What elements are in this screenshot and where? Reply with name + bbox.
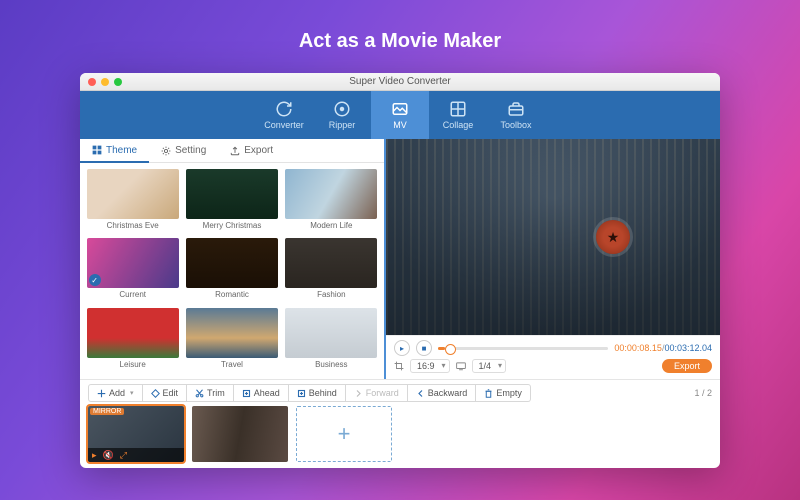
window-title: Super Video Converter [80, 76, 720, 87]
play-button[interactable]: ▸ [394, 340, 410, 356]
disc-icon [333, 100, 351, 118]
theme-thumb-selected[interactable] [87, 238, 179, 288]
stop-button[interactable]: ■ [416, 340, 432, 356]
theme-thumb[interactable] [87, 169, 179, 219]
preview-scene [386, 139, 720, 335]
clip-actions-bar: Add▾ Edit Trim Ahead Behind Forward [88, 384, 712, 402]
trim-button[interactable]: Trim [187, 384, 234, 402]
gear-icon [161, 146, 171, 156]
add-button[interactable]: Add▾ [88, 384, 143, 402]
timeline-area: Add▾ Edit Trim Ahead Behind Forward [80, 379, 720, 468]
backward-button[interactable]: Backward [408, 384, 477, 402]
screen-icon[interactable] [456, 361, 466, 371]
subtab-setting[interactable]: Setting [149, 139, 218, 162]
clip-badge: MIRROR [90, 408, 124, 415]
grid-small-icon [92, 145, 102, 155]
theme-thumb[interactable] [285, 238, 377, 288]
theme-panel: Theme Setting Export Christmas Eve Merry… [80, 139, 386, 379]
image-icon [391, 100, 409, 118]
seek-bar[interactable] [438, 347, 608, 350]
crop-icon[interactable] [394, 361, 404, 371]
video-preview[interactable] [386, 139, 720, 335]
app-window: Super Video Converter Converter Ripper M… [80, 73, 720, 468]
edit-button[interactable]: Edit [143, 384, 188, 402]
forward-button[interactable]: Forward [346, 384, 408, 402]
player-controls: ▸ ■ 00:00:08.15/00:03:12.04 16:9 1/4 [386, 335, 720, 379]
theme-thumb[interactable] [87, 308, 179, 358]
preview-panel: ▸ ■ 00:00:08.15/00:03:12.04 16:9 1/4 [386, 139, 720, 379]
overlay-star-badge [596, 220, 630, 254]
add-clip-slot[interactable]: + [296, 406, 392, 462]
timecode: 00:00:08.15/00:03:12.04 [614, 343, 712, 354]
subtab-theme[interactable]: Theme [80, 139, 149, 163]
toolbar-toolbox[interactable]: Toolbox [487, 91, 545, 139]
clip-row: MIRROR ▸ 🔇 ⤢ + [88, 406, 712, 462]
ahead-button[interactable]: Ahead [234, 384, 289, 402]
clip-mini-controls: ▸ 🔇 ⤢ [88, 448, 184, 462]
theme-thumb[interactable] [186, 308, 278, 358]
theme-grid: Christmas Eve Merry Christmas Modern Lif… [80, 163, 384, 379]
export-icon [230, 146, 240, 156]
empty-button[interactable]: Empty [476, 384, 531, 402]
aspect-ratio-select[interactable]: 16:9 [410, 359, 450, 373]
window-close-button[interactable] [88, 78, 96, 86]
main-toolbar: Converter Ripper MV Collage Toolbox [80, 91, 720, 139]
toolbar-mv[interactable]: MV [371, 91, 429, 139]
behind-button[interactable]: Behind [289, 384, 346, 402]
scale-select[interactable]: 1/4 [472, 359, 507, 373]
export-button[interactable]: Export [662, 359, 712, 373]
toolbar-collage[interactable]: Collage [429, 91, 487, 139]
theme-thumb[interactable] [285, 308, 377, 358]
grid-icon [449, 100, 467, 118]
clip-expand-icon[interactable]: ⤢ [120, 450, 127, 461]
clip-mute-icon[interactable]: 🔇 [103, 450, 114, 461]
theme-thumb[interactable] [186, 238, 278, 288]
toolbar-converter[interactable]: Converter [255, 91, 313, 139]
theme-thumb[interactable] [186, 169, 278, 219]
subtab-export[interactable]: Export [218, 139, 285, 162]
refresh-icon [275, 100, 293, 118]
window-titlebar: Super Video Converter [80, 73, 720, 91]
window-maximize-button[interactable] [114, 78, 122, 86]
clip-play-icon[interactable]: ▸ [92, 450, 97, 461]
toolbox-icon [507, 100, 525, 118]
toolbar-ripper[interactable]: Ripper [313, 91, 371, 139]
theme-thumb[interactable] [285, 169, 377, 219]
page-indicator: 1 / 2 [694, 388, 712, 398]
timeline-clip[interactable] [192, 406, 288, 462]
hero-title: Act as a Movie Maker [299, 30, 501, 53]
timeline-clip[interactable]: MIRROR ▸ 🔇 ⤢ [88, 406, 184, 462]
window-minimize-button[interactable] [101, 78, 109, 86]
